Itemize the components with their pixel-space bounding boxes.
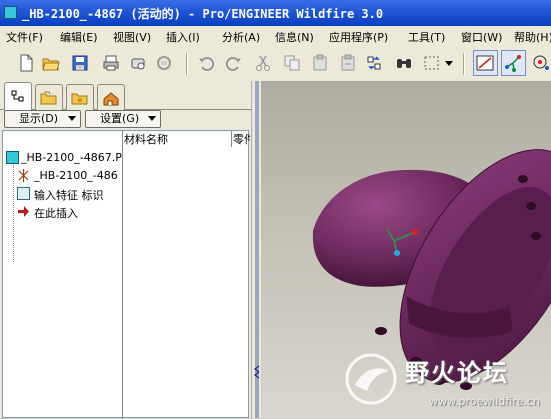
tree-item-label: 在此插入 <box>34 207 78 220</box>
folder-icon <box>40 91 57 104</box>
regenerate-icon[interactable] <box>364 53 384 73</box>
menu-view[interactable]: 视图(V) <box>113 29 151 45</box>
find-icon[interactable] <box>394 53 414 73</box>
mail-icon[interactable] <box>154 53 174 73</box>
tree-item-csys[interactable]: _HB-2100_-486 <box>3 168 122 184</box>
tree-item-insert-here[interactable]: 在此插入 <box>3 204 122 220</box>
display-dropdown-label: 显示(D) <box>19 112 59 125</box>
settings-dropdown[interactable]: 设置(G) <box>85 110 161 128</box>
tree-item-label: _HB-2100_-4867.P <box>21 151 122 164</box>
datum-display-icon <box>475 53 495 73</box>
model-tree-icon <box>11 90 24 101</box>
main-toolbar <box>0 47 551 82</box>
tree-item-label: 输入特征 标识 <box>34 189 104 202</box>
undo-icon[interactable] <box>196 53 216 73</box>
tab-folder[interactable] <box>35 84 63 110</box>
menu-tools[interactable]: 工具(T) <box>408 29 445 45</box>
menu-help[interactable]: 帮助(H) <box>514 29 551 45</box>
select-box-icon[interactable] <box>422 53 442 73</box>
window-title: _HB-2100_-4867 (活动的) - Pro/ENGINEER Wild… <box>22 7 384 21</box>
settings-dropdown-label: 设置(G) <box>100 112 140 125</box>
chevron-down-icon <box>148 116 156 121</box>
menu-edit[interactable]: 编辑(E) <box>60 29 98 45</box>
watermark-url: www.proewildfire.cn <box>429 395 540 408</box>
menu-bar: 文件(F) 编辑(E) 视图(V) 插入(I) 分析(A) 信息(N) 应用程序… <box>0 26 551 48</box>
tree-item-root[interactable]: _HB-2100_-4867.P <box>3 150 122 166</box>
column-divider[interactable] <box>122 131 123 419</box>
watermark-logo-icon <box>345 353 397 405</box>
send-icon[interactable] <box>128 53 148 73</box>
tab-model-tree[interactable] <box>4 82 32 110</box>
open-icon[interactable] <box>41 53 61 73</box>
tree-item-label: _HB-2100_-486 <box>34 169 118 182</box>
paste-icon[interactable] <box>310 53 330 73</box>
tree-item-import-feature[interactable]: 输入特征 标识 <box>3 186 122 202</box>
column-header-material[interactable]: 材料名称 <box>124 131 229 147</box>
collapse-arrows-icon[interactable] <box>253 365 261 379</box>
chevron-down-icon <box>68 116 76 121</box>
watermark: 野火论坛 www.proewildfire.cn <box>341 349 551 418</box>
tab-favorites[interactable] <box>66 84 94 110</box>
column-divider[interactable] <box>231 131 232 147</box>
print-icon[interactable] <box>101 53 121 73</box>
menu-insert[interactable]: 插入(I) <box>166 29 200 45</box>
connections-icon <box>103 91 119 105</box>
part-icon <box>6 151 19 164</box>
save-icon[interactable] <box>70 53 90 73</box>
copy-icon[interactable] <box>282 53 302 73</box>
spin-center-icon[interactable] <box>531 53 551 73</box>
datum-axes-icon <box>503 53 523 73</box>
insert-here-arrow-icon <box>18 206 29 217</box>
favorites-icon <box>71 93 88 104</box>
toolbar-separator <box>186 53 188 75</box>
column-header-part[interactable]: 零件 <box>233 131 250 147</box>
paste-special-icon[interactable] <box>338 53 358 73</box>
display-dropdown[interactable]: 显示(D) <box>4 110 81 128</box>
navigator-pane: 显示(D) 设置(G) 材料名称 零件 _HB-2100_-4867.P _HB… <box>0 81 251 419</box>
title-bar: _HB-2100_-4867 (活动的) - Pro/ENGINEER Wild… <box>0 0 551 26</box>
watermark-text: 野火论坛 <box>405 359 509 387</box>
redo-icon[interactable] <box>224 53 244 73</box>
toolbar-separator <box>463 53 465 75</box>
coordinate-system-icon <box>18 169 29 182</box>
menu-analysis[interactable]: 分析(A) <box>222 29 260 45</box>
graphics-viewport[interactable]: 野火论坛 www.proewildfire.cn <box>261 81 551 418</box>
model-tree: 材料名称 零件 _HB-2100_-4867.P _HB-2100_-486 输… <box>2 130 250 419</box>
tab-connections[interactable] <box>97 84 125 110</box>
menu-window[interactable]: 窗口(W) <box>461 29 502 45</box>
new-icon[interactable] <box>16 53 36 73</box>
chevron-down-icon[interactable] <box>444 53 454 73</box>
menu-applications[interactable]: 应用程序(P) <box>329 29 388 45</box>
app-icon <box>4 6 17 19</box>
cut-icon[interactable] <box>253 53 273 73</box>
import-feature-icon <box>17 187 30 200</box>
menu-file[interactable]: 文件(F) <box>6 29 43 45</box>
menu-info[interactable]: 信息(N) <box>275 29 314 45</box>
